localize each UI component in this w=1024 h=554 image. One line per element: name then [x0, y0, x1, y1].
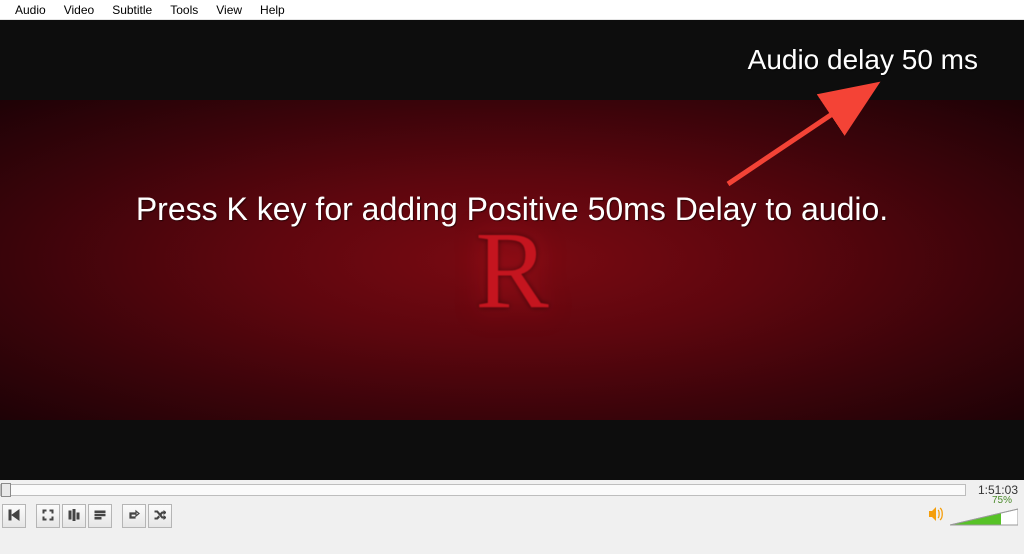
seek-knob[interactable] — [1, 483, 11, 497]
letterbox-bottom — [0, 420, 1024, 480]
speaker-icon[interactable] — [928, 506, 944, 527]
menu-bar: Audio Video Subtitle Tools View Help — [0, 0, 1024, 20]
menu-video[interactable]: Video — [55, 2, 103, 18]
seek-slider[interactable] — [0, 484, 966, 496]
fullscreen-button[interactable] — [36, 504, 60, 528]
playlist-button[interactable] — [88, 504, 112, 528]
shuffle-button[interactable] — [148, 504, 172, 528]
extended-settings-button[interactable] — [62, 504, 86, 528]
video-area[interactable]: R Audio delay 50 ms Press K key for addi… — [0, 20, 1024, 480]
volume-slider[interactable]: 75% — [950, 507, 1018, 527]
osd-audio-delay: Audio delay 50 ms — [748, 44, 978, 76]
menu-help[interactable]: Help — [251, 2, 294, 18]
volume-percent: 75% — [992, 495, 1012, 506]
volume-control: 75% — [928, 506, 1018, 527]
menu-view[interactable]: View — [207, 2, 251, 18]
playlist-icon — [94, 509, 106, 524]
menu-tools[interactable]: Tools — [161, 2, 207, 18]
loop-icon — [128, 509, 140, 524]
seek-bar-row: 1:51:03 — [0, 480, 1024, 500]
view-group — [36, 504, 112, 528]
menu-subtitle[interactable]: Subtitle — [103, 2, 161, 18]
controls-bar: 75% — [0, 500, 1024, 554]
equalizer-icon — [68, 509, 80, 524]
skip-previous-icon — [8, 509, 20, 524]
loop-button[interactable] — [122, 504, 146, 528]
prev-button[interactable] — [2, 504, 26, 528]
playback-group — [2, 504, 26, 528]
loop-group — [122, 504, 172, 528]
menu-audio[interactable]: Audio — [6, 2, 55, 18]
fullscreen-icon — [42, 509, 54, 524]
annotation-instruction: Press K key for adding Positive 50ms Del… — [0, 188, 1024, 231]
video-frame: R — [0, 100, 1024, 420]
shuffle-icon — [154, 509, 166, 524]
